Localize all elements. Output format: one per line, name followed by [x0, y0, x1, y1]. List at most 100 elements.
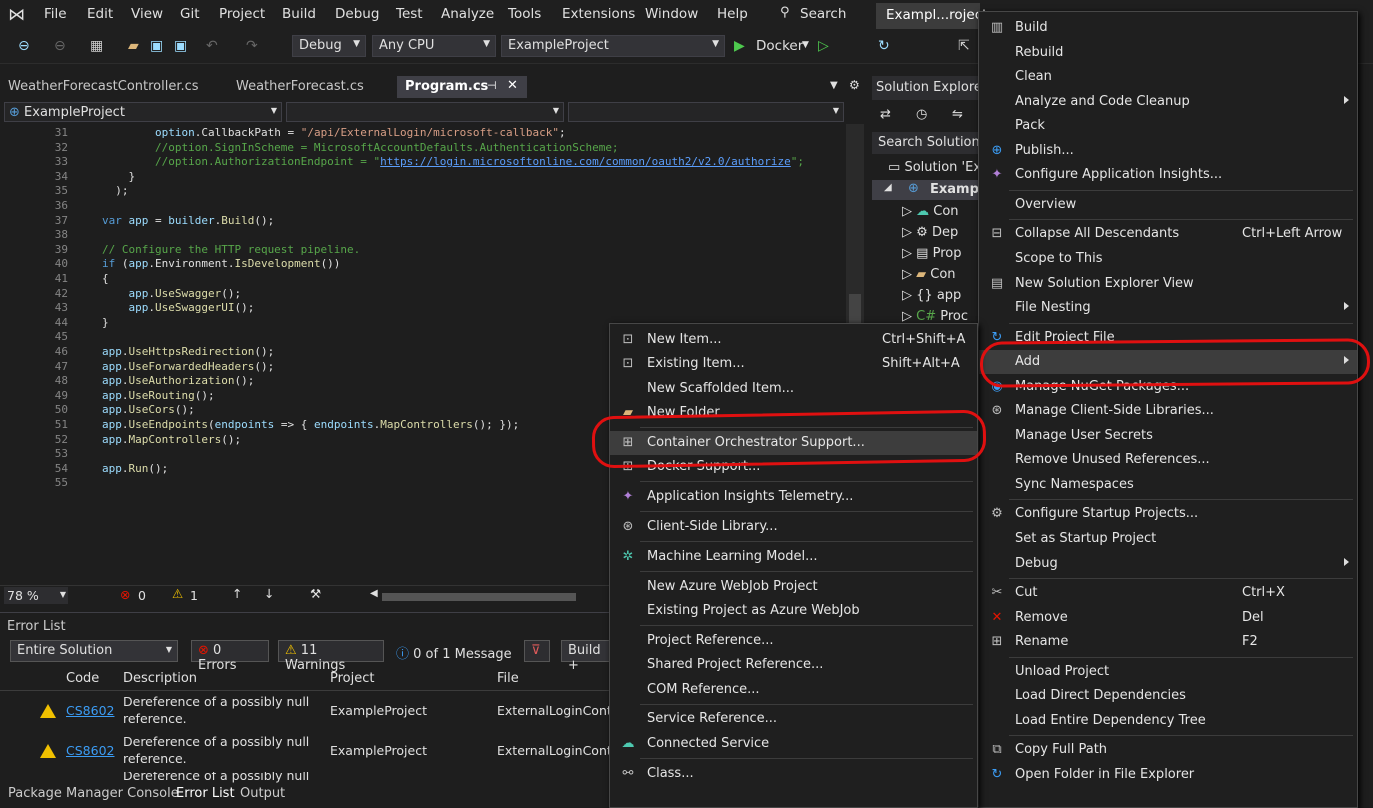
config-dropdown[interactable]: Debug ▼ — [292, 35, 366, 57]
menu-build[interactable]: Build — [282, 6, 316, 22]
menu-item-clean[interactable]: Clean — [979, 65, 1357, 89]
project-dropdown[interactable]: ExampleProject ▼ — [501, 35, 725, 57]
menu-item-file-nesting[interactable]: File Nesting — [979, 296, 1357, 320]
menu-item-collapse-all-descendants[interactable]: ⊟ Collapse All Descendants Ctrl+Left Arrow — [979, 222, 1357, 246]
column-project[interactable]: Project — [330, 671, 374, 686]
error-code-link[interactable]: CS8602 — [66, 743, 114, 758]
tab-package-manager-console[interactable]: Package Manager Console — [8, 786, 179, 801]
build-intellisense-dropdown[interactable]: Build + — [561, 640, 613, 673]
code-line[interactable]: option.CallbackPath = "/api/ExternalLogi… — [102, 126, 566, 139]
menu-item-application-insights-telemetry[interactable]: ✦ Application Insights Telemetry... — [610, 485, 977, 509]
tree-item-dependencies[interactable]: ▷ ⚙ Dep — [902, 225, 958, 240]
type-nav-dropdown[interactable]: ▼ — [286, 102, 564, 122]
table-row[interactable]: CS8602 Dereference of a possibly null re… — [0, 692, 617, 730]
tree-item-appsettings[interactable]: ▷ {} app — [902, 288, 961, 303]
tab-list-icon[interactable]: ▼ — [830, 80, 838, 91]
column-file[interactable]: File — [497, 671, 519, 686]
menu-item-build[interactable]: ▥ Build — [979, 16, 1357, 40]
menu-item-pack[interactable]: Pack — [979, 114, 1357, 138]
menu-item-rebuild[interactable]: Rebuild — [979, 41, 1357, 65]
tree-item-properties[interactable]: ▷ ▤ Prop — [902, 246, 961, 261]
close-icon[interactable]: ✕ — [507, 78, 518, 93]
menu-item-class[interactable]: ⚯ Class... — [610, 762, 977, 786]
menu-item-manage-client-side-libraries[interactable]: ⊛ Manage Client-Side Libraries... — [979, 399, 1357, 423]
search-button[interactable]: Search — [800, 6, 846, 22]
menu-item-configure-application-insights[interactable]: ✦ Configure Application Insights... — [979, 163, 1357, 187]
member-nav-dropdown[interactable]: ▼ — [568, 102, 844, 122]
code-line[interactable]: //option.SignInScheme = MicrosoftAccount… — [102, 141, 619, 154]
code-line[interactable]: { — [102, 272, 109, 285]
menu-item-configure-startup-projects[interactable]: ⚙ Configure Startup Projects... — [979, 502, 1357, 526]
menu-item-scope-to-this[interactable]: Scope to This — [979, 247, 1357, 271]
code-line[interactable]: app.UseSwaggerUI(); — [102, 301, 255, 314]
open-icon[interactable]: ▰ — [128, 38, 139, 54]
tab-program[interactable]: Program.cs ⊣ ✕ — [397, 76, 527, 98]
column-code[interactable]: Code — [66, 671, 99, 686]
tab-weatherforecastcontroller[interactable]: WeatherForecastController.cs — [0, 76, 207, 98]
code-line[interactable]: app.MapControllers(); — [102, 433, 241, 446]
run-icon[interactable]: ▶ — [734, 38, 745, 54]
menu-item-shared-project-reference[interactable]: Shared Project Reference... — [610, 653, 977, 677]
redo-icon[interactable]: ↷ — [246, 38, 258, 54]
code-cleanup-icon[interactable]: ⚒ — [310, 586, 321, 601]
menu-window[interactable]: Window — [645, 6, 698, 22]
prev-issue-icon[interactable]: ↑ — [232, 586, 242, 601]
code-line[interactable]: app.UseForwardedHeaders(); — [102, 360, 274, 373]
switch-views-icon[interactable]: ⇋ — [952, 107, 963, 122]
run-without-debug-icon[interactable]: ▷ — [818, 38, 829, 54]
tree-item-program[interactable]: ▷ C# Proc — [902, 309, 968, 324]
menu-item-existing-project-as-azure-webjob[interactable]: Existing Project as Azure WebJob — [610, 599, 977, 623]
menu-item-project-reference[interactable]: Project Reference... — [610, 629, 977, 653]
menu-item-load-entire-dependency-tree[interactable]: Load Entire Dependency Tree — [979, 709, 1357, 733]
project-nav-dropdown[interactable]: ⊕ ExampleProject ▼ — [4, 102, 282, 122]
code-line[interactable]: app.UseSwagger(); — [102, 287, 242, 300]
menu-item-set-as-startup-project[interactable]: Set as Startup Project — [979, 527, 1357, 551]
scroll-left-icon[interactable]: ◀ — [370, 588, 378, 599]
menu-item-new-solution-explorer-view[interactable]: ▤ New Solution Explorer View — [979, 272, 1357, 296]
menu-debug[interactable]: Debug — [335, 6, 379, 22]
warning-count[interactable]: 1 — [190, 588, 198, 603]
menu-item-debug[interactable]: Debug — [979, 552, 1357, 576]
menu-help[interactable]: Help — [717, 6, 748, 22]
menu-item-new-azure-webjob-project[interactable]: New Azure WebJob Project — [610, 575, 977, 599]
code-line[interactable]: if (app.Environment.IsDevelopment()) — [102, 257, 340, 270]
next-issue-icon[interactable]: ↓ — [264, 586, 274, 601]
menu-item-manage-user-secrets[interactable]: Manage User Secrets — [979, 424, 1357, 448]
collapse-arrow-icon[interactable]: ◢ — [884, 182, 892, 193]
menu-item-overview[interactable]: Overview — [979, 193, 1357, 217]
filter-icon[interactable]: ⊽ — [524, 640, 550, 662]
menu-item-unload-project[interactable]: Unload Project — [979, 660, 1357, 684]
menu-item-copy-full-path[interactable]: ⧉ Copy Full Path — [979, 738, 1357, 762]
code-line[interactable]: app.UseAuthorization(); — [102, 374, 254, 387]
menu-item-client-side-library[interactable]: ⊛ Client-Side Library... — [610, 515, 977, 539]
code-line[interactable]: app.UseHttpsRedirection(); — [102, 345, 274, 358]
code-line[interactable]: // Configure the HTTP request pipeline. — [102, 243, 360, 256]
code-line[interactable]: } — [102, 170, 135, 183]
settings-gear-icon[interactable]: ⚙ — [849, 78, 860, 92]
back-icon[interactable]: ⊖ — [18, 38, 30, 54]
tree-item-controllers[interactable]: ▷ ▰ Con — [902, 267, 956, 282]
menu-test[interactable]: Test — [396, 6, 423, 22]
save-all-icon[interactable]: ▣ — [174, 38, 187, 54]
errors-filter-button[interactable]: ⊗ 0 Errors — [191, 640, 269, 673]
tab-output[interactable]: Output — [240, 786, 285, 801]
code-line[interactable]: app.UseRouting(); — [102, 389, 215, 402]
menu-project[interactable]: Project — [219, 6, 265, 22]
code-line[interactable]: app.UseEndpoints(endpoints => { endpoint… — [102, 418, 519, 431]
horizontal-scrollbar[interactable] — [382, 593, 576, 601]
error-count[interactable]: 0 — [138, 588, 146, 603]
menu-item-new-scaffolded-item[interactable]: New Scaffolded Item... — [610, 377, 977, 401]
error-code-link[interactable]: CS8602 — [66, 703, 114, 718]
column-description[interactable]: Description — [123, 671, 197, 686]
menu-file[interactable]: File — [44, 6, 67, 22]
table-row[interactable]: CS8602 Dereference of a possibly null re… — [0, 732, 617, 770]
save-icon[interactable]: ▣ — [150, 38, 163, 54]
code-line[interactable]: ); — [102, 184, 128, 197]
tab-error-list[interactable]: Error List — [176, 786, 235, 801]
menu-item-publish[interactable]: ⊕ Publish... — [979, 139, 1357, 163]
forward-icon[interactable]: ⊖ — [54, 38, 66, 54]
code-line[interactable]: app.Run(); — [102, 462, 168, 475]
menu-item-cut[interactable]: ✂ Cut Ctrl+X — [979, 581, 1357, 605]
tree-item-connected[interactable]: ▷ ☁ Con — [902, 204, 959, 219]
menu-git[interactable]: Git — [180, 6, 200, 22]
